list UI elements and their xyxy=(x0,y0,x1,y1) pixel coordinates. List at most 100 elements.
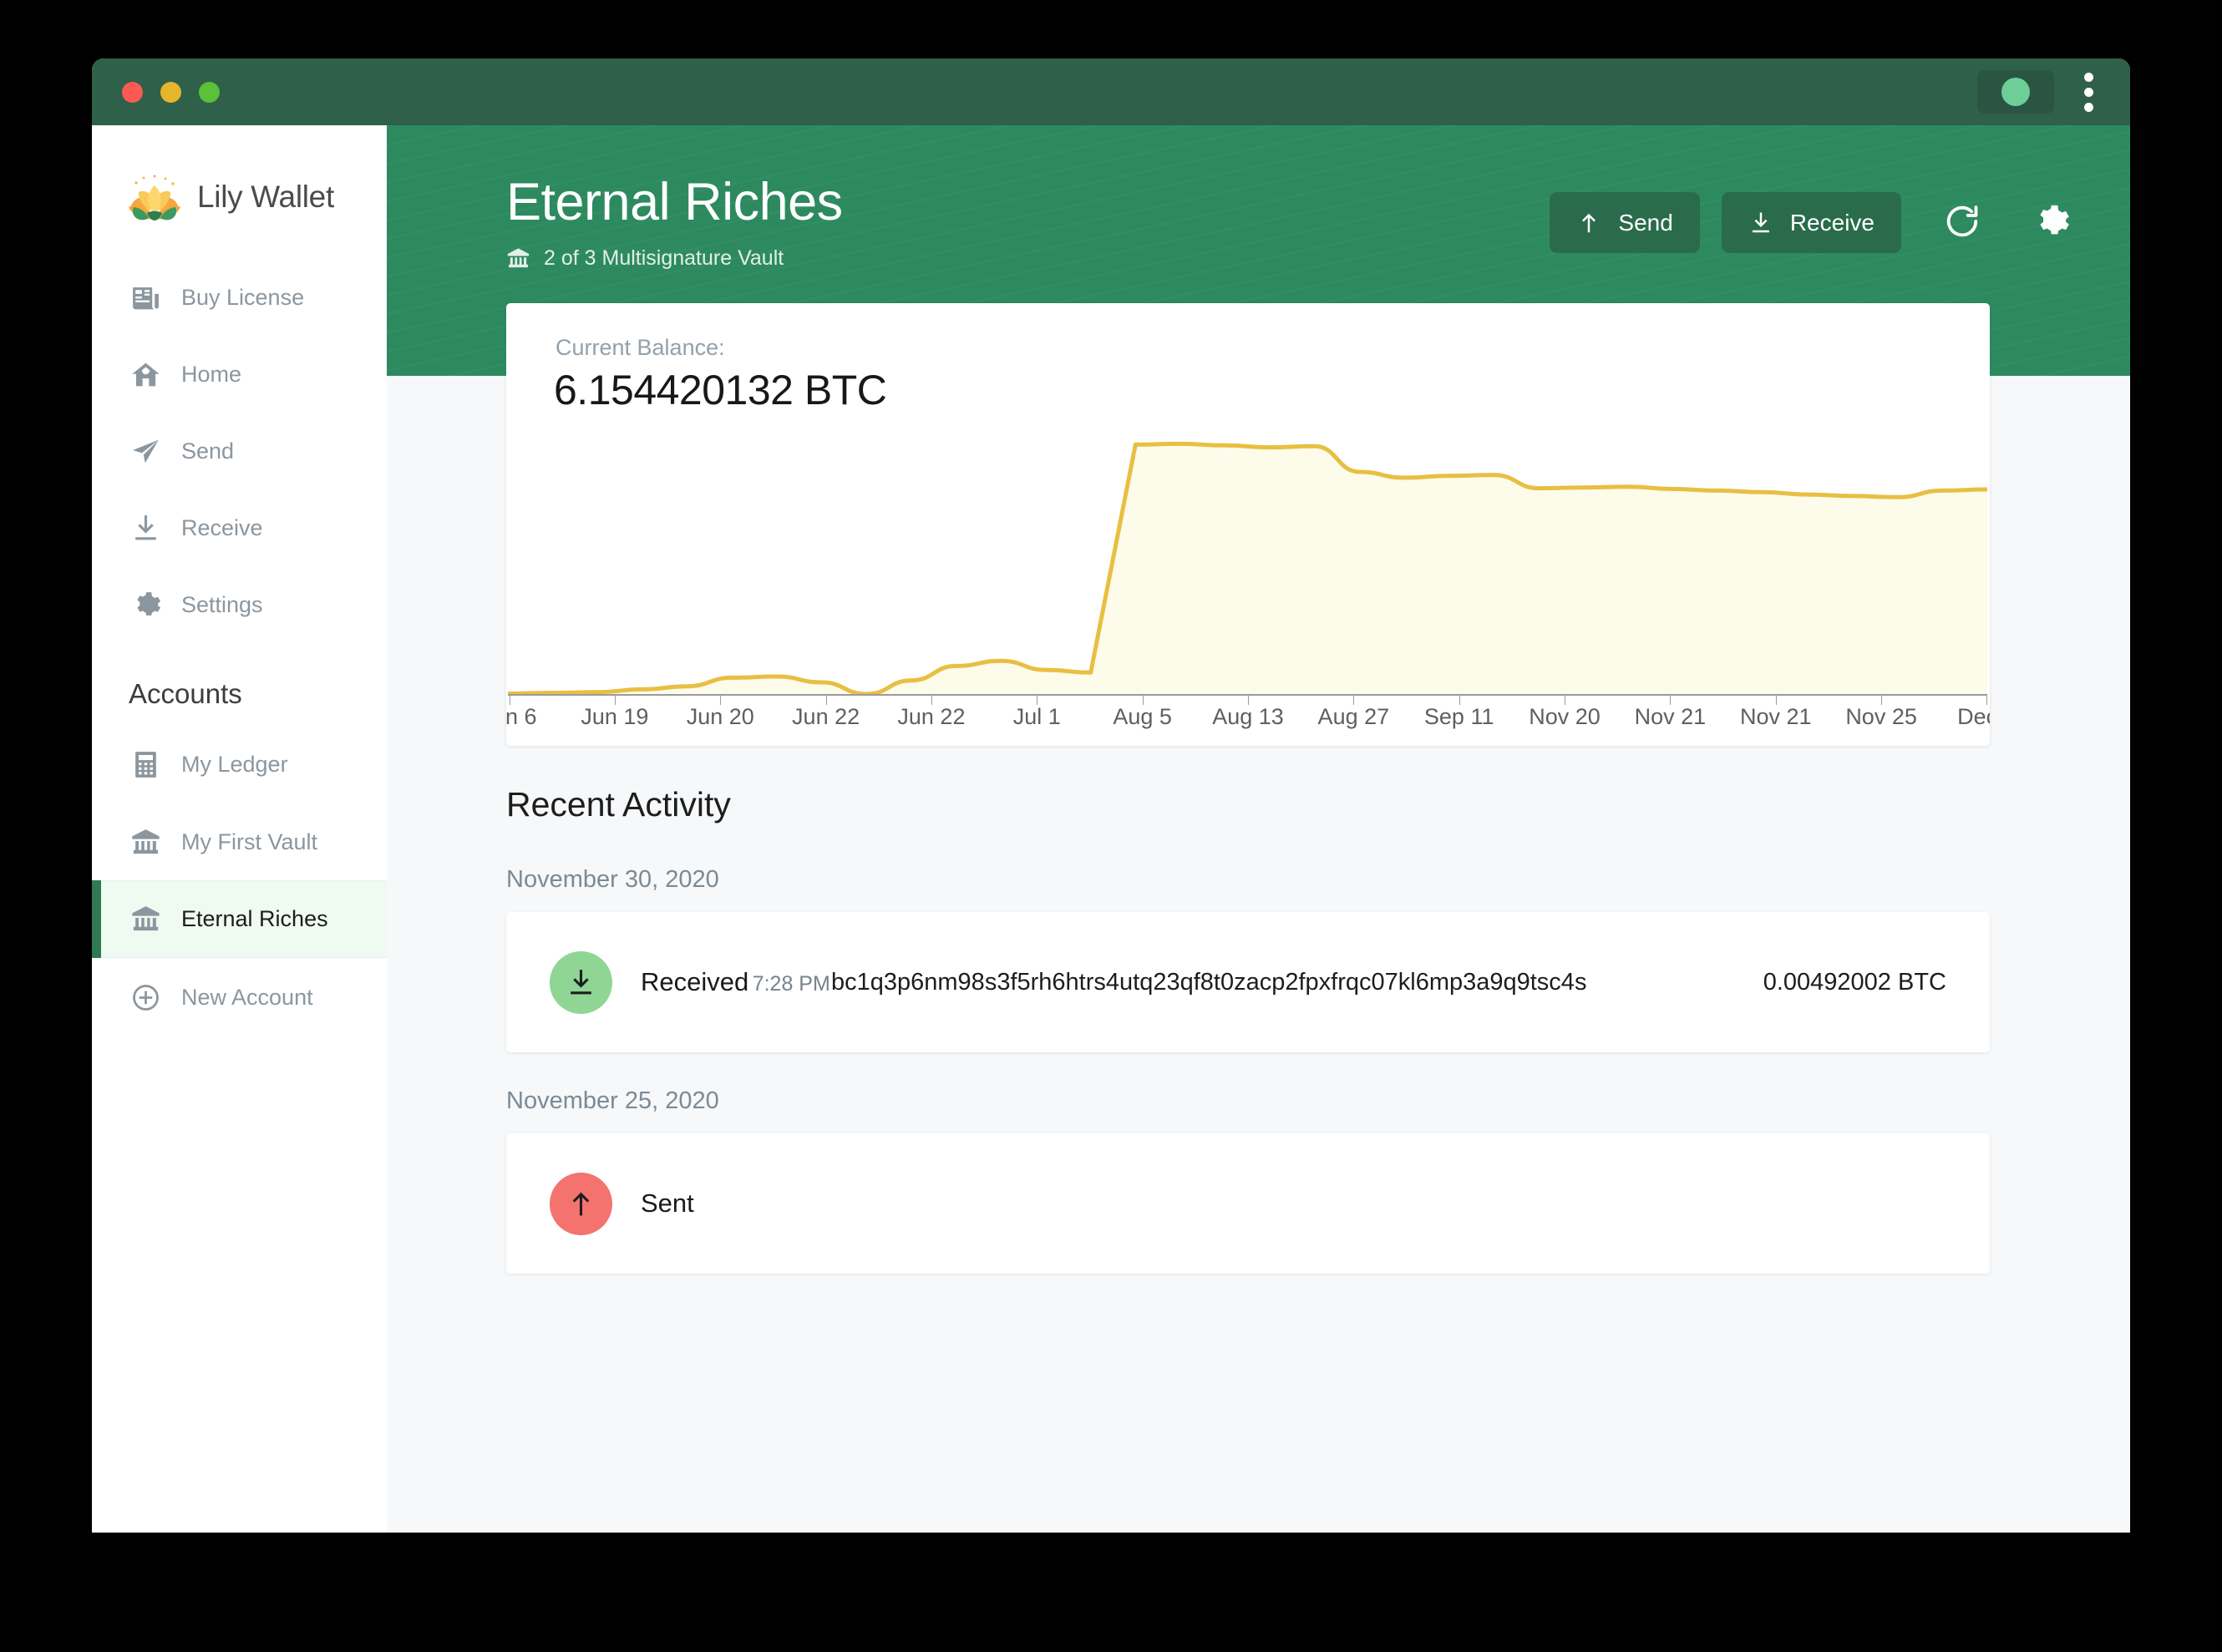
main-content: Eternal Riches 2 of 3 Multisignature Vau… xyxy=(387,125,2130,1533)
chart-x-axis: Jun 6 Jun 19 Jun 20 Jun 22 Jun 22 Jul 1 Aug 5 A… xyxy=(506,694,1990,744)
receive-button-label: Receive xyxy=(1789,209,1874,236)
settings-button[interactable] xyxy=(2023,195,2078,251)
refresh-icon xyxy=(1943,202,1981,243)
close-window-button[interactable] xyxy=(122,81,143,103)
maximize-window-button[interactable] xyxy=(199,81,220,103)
sidebar-item-my-first-vault[interactable]: My First Vault xyxy=(92,803,387,880)
header-actions: Send Receive xyxy=(1550,174,2078,253)
sidebar-item-label: Settings xyxy=(181,591,263,617)
plus-circle-icon xyxy=(130,982,161,1013)
sidebar-item-label: My Ledger xyxy=(181,751,288,777)
table-row[interactable]: Sent xyxy=(506,1133,1990,1274)
receive-button[interactable]: Receive xyxy=(1721,192,1901,253)
table-row[interactable]: Received 7:28 PM bc1q3p6nm98s3f5rh6htrs4… xyxy=(506,912,1990,1052)
chart-tick-label: Jun 20 xyxy=(686,704,754,729)
gear-icon xyxy=(2032,202,2070,243)
lotus-logo xyxy=(127,174,182,220)
chart-tick-label: Nov 21 xyxy=(1634,704,1707,729)
transaction-address: bc1q3p6nm98s3f5rh6htrs4utq23qf8t0zacp2fp… xyxy=(831,968,1587,996)
gear-icon xyxy=(130,590,161,621)
sidebar-item-label: Buy License xyxy=(181,284,305,310)
calculator-icon xyxy=(130,749,161,780)
bank-icon xyxy=(130,904,161,935)
activity-date-group-label: November 30, 2020 xyxy=(506,866,719,893)
chart-tick-label: Nov 25 xyxy=(1845,704,1917,729)
minimize-window-button[interactable] xyxy=(160,81,181,103)
recent-activity-section: Recent Activity November 30, 2020 Receiv… xyxy=(506,785,1990,1274)
titlebar-right-controls xyxy=(1977,69,2102,115)
balance-chart: Jun 6 Jun 19 Jun 20 Jun 22 Jun 22 Jul 1 Aug 5 A… xyxy=(506,437,1990,746)
chart-tick-label: Aug 13 xyxy=(1212,704,1284,729)
chart-tick-label: Jun 22 xyxy=(792,704,860,729)
chart-area-fill xyxy=(508,443,1987,694)
sidebar-item-label: Send xyxy=(181,438,235,464)
download-arrow-icon xyxy=(130,513,161,544)
send-button[interactable]: Send xyxy=(1550,192,1700,253)
activity-date-group-label: November 25, 2020 xyxy=(506,1087,719,1114)
window-titlebar xyxy=(92,58,2130,125)
paper-plane-icon xyxy=(130,436,161,467)
chart-tick-label: Aug 5 xyxy=(1113,704,1172,729)
balance-label: Current Balance: xyxy=(556,335,725,360)
chart-tick-label: Jul 1 xyxy=(1012,704,1061,729)
sidebar-item-buy-license[interactable]: Buy License xyxy=(92,259,387,336)
app-window: Lily Wallet Buy License Home Send Receiv… xyxy=(92,58,2130,1533)
traffic-light-controls xyxy=(122,81,220,103)
transaction-amount: 0.00492002 BTC xyxy=(1763,968,1946,996)
up-arrow-icon xyxy=(550,1172,612,1235)
chart-tick-label: Jun 22 xyxy=(897,704,966,729)
transaction-type: Received xyxy=(641,967,749,997)
window-body: Lily Wallet Buy License Home Send Receiv… xyxy=(92,125,2130,1533)
chart-tick-label: Jun 6 xyxy=(506,704,537,729)
account-header-titles: Eternal Riches 2 of 3 Multisignature Vau… xyxy=(506,173,843,271)
primary-nav: Buy License Home Send Receive Settings xyxy=(92,259,387,643)
accounts-list: My Ledger My First Vault Eternal Riches xyxy=(92,725,387,1036)
transaction-meta: Received 7:28 PM xyxy=(641,967,831,997)
chart-tick-label: Aug 27 xyxy=(1317,704,1390,729)
accounts-heading: Accounts xyxy=(129,678,242,709)
download-arrow-icon xyxy=(550,950,612,1014)
download-arrow-icon xyxy=(1748,210,1773,236)
balance-chart-card: Current Balance: 6.154420132 BTC Jun 6Ju… xyxy=(506,303,1990,746)
brand: Lily Wallet xyxy=(92,134,387,229)
chart-tick-label: Jun 19 xyxy=(581,704,649,729)
sidebar-item-eternal-riches[interactable]: Eternal Riches xyxy=(92,880,387,958)
chart-tick-label: Nov 21 xyxy=(1739,704,1812,729)
sidebar-item-settings[interactable]: Settings xyxy=(92,566,387,643)
sidebar-item-label: Home xyxy=(181,361,242,387)
sidebar-item-home[interactable]: Home xyxy=(92,336,387,413)
balance-chart-svg xyxy=(508,441,1987,694)
bank-icon xyxy=(506,246,530,271)
transaction-type: Sent xyxy=(641,1188,694,1219)
transaction-time: 7:28 PM xyxy=(752,972,830,996)
sidebar-item-new-account[interactable]: New Account xyxy=(92,958,387,1036)
chart-tick-label: Dec 8 xyxy=(1957,704,1990,729)
sidebar-item-label: Receive xyxy=(181,514,263,540)
sidebar-item-label: Eternal Riches xyxy=(181,906,328,931)
account-subtitle-label: 2 of 3 Multisignature Vault xyxy=(544,246,784,271)
bank-icon xyxy=(130,827,161,858)
up-arrow-icon xyxy=(1576,210,1601,236)
sidebar-item-send[interactable]: Send xyxy=(92,413,387,489)
sidebar-item-receive[interactable]: Receive xyxy=(92,489,387,566)
connection-status-indicator[interactable] xyxy=(1977,70,2054,114)
sidebar: Lily Wallet Buy License Home Send Receiv… xyxy=(92,125,387,1533)
recent-activity-title: Recent Activity xyxy=(506,785,731,823)
account-subtitle: 2 of 3 Multisignature Vault xyxy=(506,246,843,271)
kebab-menu-icon[interactable] xyxy=(2076,69,2102,115)
page-title: Eternal Riches xyxy=(506,173,843,231)
home-icon xyxy=(130,359,161,390)
newspaper-icon xyxy=(130,282,161,313)
chart-tick-label: Nov 20 xyxy=(1529,704,1601,729)
sidebar-item-label: New Account xyxy=(181,984,313,1010)
send-button-label: Send xyxy=(1618,209,1673,236)
transaction-meta: Sent xyxy=(641,1188,831,1219)
sidebar-item-label: My First Vault xyxy=(181,829,318,854)
refresh-button[interactable] xyxy=(1935,195,1990,251)
balance-value: 6.154420132 BTC xyxy=(554,367,887,413)
sidebar-item-my-ledger[interactable]: My Ledger xyxy=(92,725,387,803)
status-led-icon xyxy=(2001,78,2030,106)
brand-name: Lily Wallet xyxy=(197,180,334,214)
account-header-row: Eternal Riches 2 of 3 Multisignature Vau… xyxy=(506,173,2078,271)
chart-tick-label: Sep 11 xyxy=(1423,704,1494,729)
